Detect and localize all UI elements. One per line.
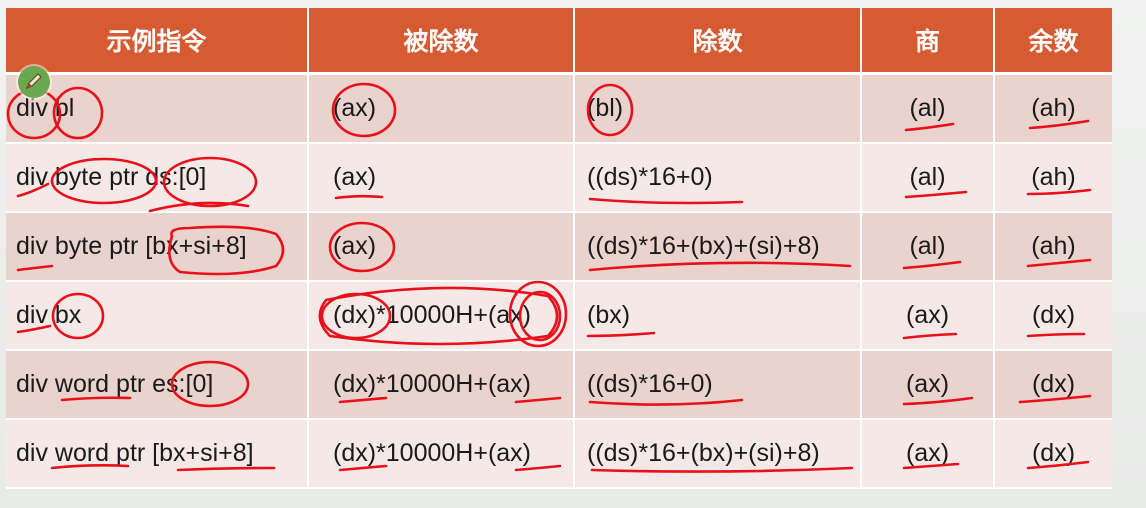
header-remainder: 余数 (994, 8, 1112, 75)
header-divisor: 除数 (574, 8, 862, 75)
divisor-cell: ((ds)*16+0) (574, 143, 862, 213)
table-row: div word ptr [bx+si+8] (dx)*10000H+(ax) … (6, 419, 1112, 489)
remainder-cell: (dx) (994, 419, 1112, 489)
remainder-cell: (dx) (994, 350, 1112, 420)
table-row: div bl (ax) (bl) (al) (ah) (6, 73, 1112, 144)
table-row: div byte ptr ds:[0] (ax) ((ds)*16+0) (al… (6, 143, 1112, 213)
quotient-cell: (ax) (861, 350, 995, 420)
instruction-cell: div bx (6, 281, 309, 351)
instruction-cell: div byte ptr [bx+si+8] (6, 212, 309, 282)
quotient-cell: (al) (861, 143, 995, 213)
dividend-cell: (ax) (308, 73, 575, 144)
quotient-cell: (ax) (861, 419, 995, 489)
header-row: 示例指令 被除数 除数 商 余数 (6, 8, 1112, 75)
remainder-cell: (dx) (994, 281, 1112, 351)
instruction-cell: div word ptr [bx+si+8] (6, 419, 309, 489)
dividend-cell: (dx)*10000H+(ax) (308, 419, 575, 489)
dividend-cell: (dx)*10000H+(ax) (308, 350, 575, 420)
pen-cursor (18, 66, 50, 98)
dividend-cell: (ax) (308, 143, 575, 213)
quotient-cell: (ax) (861, 281, 995, 351)
div-instruction-table: 示例指令 被除数 除数 商 余数 div bl (ax) (bl) (al) (… (6, 8, 1112, 489)
table-row: div word ptr es:[0] (dx)*10000H+(ax) ((d… (6, 350, 1112, 420)
table-row: div bx (dx)*10000H+(ax) (bx) (ax) (dx) (6, 281, 1112, 351)
instruction-cell: div byte ptr ds:[0] (6, 143, 309, 213)
remainder-cell: (ah) (994, 73, 1112, 144)
header-quotient: 商 (861, 8, 995, 75)
divisor-cell: (bx) (574, 281, 862, 351)
quotient-cell: (al) (861, 73, 995, 144)
quotient-cell: (al) (861, 212, 995, 282)
dividend-cell: (dx)*10000H+(ax) (308, 281, 575, 351)
remainder-cell: (ah) (994, 212, 1112, 282)
instruction-cell: div bl (6, 73, 309, 144)
table-row: div byte ptr [bx+si+8] (ax) ((ds)*16+(bx… (6, 212, 1112, 282)
pen-icon (25, 73, 42, 90)
header-instruction: 示例指令 (6, 8, 309, 75)
header-dividend: 被除数 (308, 8, 575, 75)
divisor-cell: (bl) (574, 73, 862, 144)
slide: 示例指令 被除数 除数 商 余数 div bl (ax) (bl) (al) (… (0, 0, 1146, 508)
remainder-cell: (ah) (994, 143, 1112, 213)
instruction-cell: div word ptr es:[0] (6, 350, 309, 420)
dividend-cell: (ax) (308, 212, 575, 282)
divisor-cell: ((ds)*16+0) (574, 350, 862, 420)
divisor-cell: ((ds)*16+(bx)+(si)+8) (574, 212, 862, 282)
divisor-cell: ((ds)*16+(bx)+(si)+8) (574, 419, 862, 489)
